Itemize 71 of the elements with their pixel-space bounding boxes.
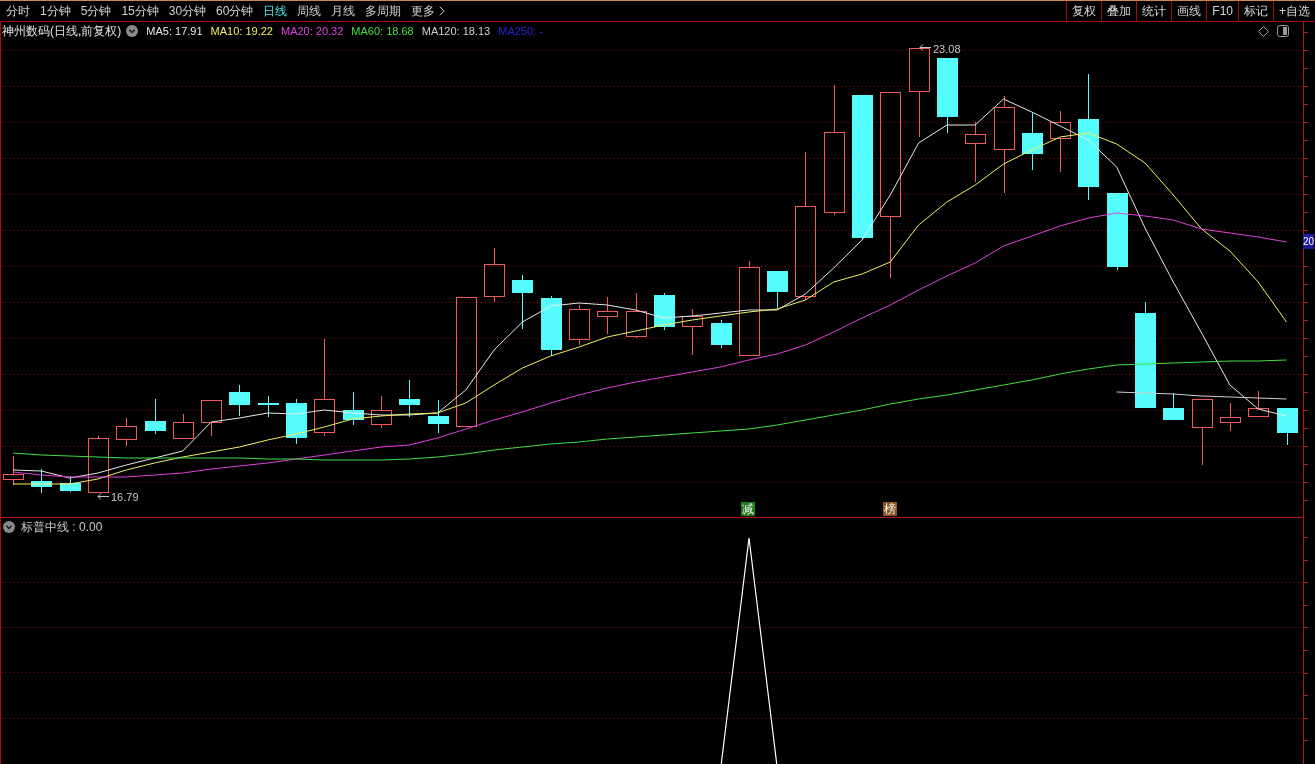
toolbar-button[interactable]: 标记 (1238, 1, 1273, 21)
chevron-down-icon[interactable] (126, 25, 139, 37)
period-tab[interactable]: 日线 (258, 1, 293, 21)
price-label: 23.08 (933, 43, 961, 55)
toolbar-button[interactable]: 画线 (1171, 1, 1207, 21)
moving-average-label: MA10: 19.22 (210, 25, 273, 37)
candlestick (1022, 112, 1043, 171)
candlestick (258, 395, 279, 418)
candlestick (60, 475, 81, 493)
moving-average-label: MA60: 18.68 (351, 25, 414, 37)
candlestick (229, 384, 250, 417)
arrow-icon (919, 44, 932, 51)
moving-average-label: MA20: 20.32 (280, 25, 344, 37)
candlestick (1220, 402, 1241, 432)
moving-average-label: MA250: - (498, 25, 543, 37)
candlestick (173, 413, 194, 439)
period-tab[interactable]: 分时 (1, 1, 35, 21)
candlestick (116, 417, 137, 447)
diamond-icon[interactable] (1258, 25, 1269, 37)
candlestick (711, 319, 732, 349)
candlestick (484, 247, 505, 303)
candlestick (31, 468, 52, 494)
period-tab[interactable]: 15分钟 (116, 1, 164, 21)
period-tab[interactable]: 60分钟 (211, 1, 259, 21)
period-tab[interactable]: 多周期 (360, 1, 407, 21)
event-tag: 榜 (883, 502, 897, 516)
candlestick (343, 391, 364, 426)
toolbar-button[interactable]: 叠加 (1101, 1, 1137, 21)
event-tag: 减 (741, 502, 755, 516)
candlestick (1248, 390, 1269, 417)
candlestick (145, 398, 166, 435)
indicator-title: 标普中线 : 0.00 (21, 518, 103, 536)
candlestick (569, 304, 590, 346)
candlestick (1163, 392, 1184, 421)
candlestick (399, 379, 420, 418)
arrow-icon (97, 493, 110, 500)
candlestick (201, 400, 222, 437)
toolbar-button[interactable]: 统计 (1136, 1, 1172, 21)
candlestick (512, 274, 533, 330)
period-tab[interactable]: 月线 (326, 1, 361, 21)
chevron-right-icon (439, 6, 446, 16)
candlestick (1192, 399, 1213, 466)
candlestick (371, 395, 392, 429)
toolbar-button[interactable]: F10 (1206, 1, 1238, 21)
candlestick (3, 455, 24, 486)
candlestick (1050, 110, 1071, 173)
moving-average-label: MA5: 17.91 (146, 25, 203, 37)
candlestick (286, 398, 307, 445)
period-tab[interactable]: 30分钟 (163, 1, 212, 21)
candlestick (88, 435, 109, 493)
candlestick (428, 399, 449, 434)
candlestick (767, 270, 788, 309)
period-tab[interactable]: 5分钟 (75, 1, 117, 21)
price-label: 16.79 (111, 491, 139, 503)
toolbar-button[interactable]: +自选 (1273, 1, 1315, 21)
candlestick (682, 308, 703, 356)
candlestick (626, 292, 647, 339)
candlestick (597, 296, 618, 335)
candlestick (541, 295, 562, 357)
candlestick (965, 121, 986, 183)
moving-average-label: MA120: 18.13 (421, 25, 491, 37)
more-menu-button[interactable]: 更多 (406, 1, 451, 21)
price-axis-label: 20 (1303, 234, 1315, 249)
period-tab[interactable]: 1分钟 (35, 1, 76, 21)
period-tab[interactable]: 周线 (292, 1, 327, 21)
stock-title: 神州数码(日线,前复权) (2, 22, 122, 40)
chevron-down-icon[interactable] (3, 521, 15, 533)
panel-icon[interactable] (1277, 25, 1289, 37)
candlestick (654, 292, 675, 331)
candlestick (1277, 407, 1298, 446)
toolbar-button[interactable]: 复权 (1066, 1, 1102, 21)
